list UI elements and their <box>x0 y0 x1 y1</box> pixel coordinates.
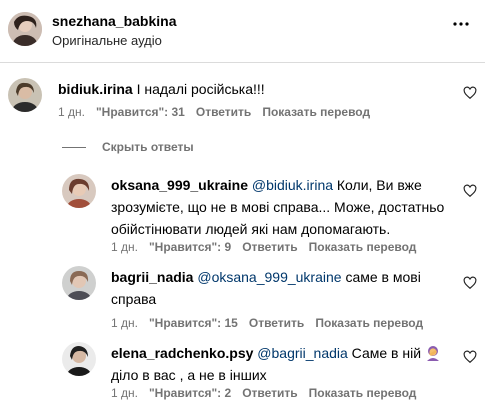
author-username[interactable]: snezhana_babkina <box>52 13 177 29</box>
commenter-avatar[interactable] <box>62 174 96 208</box>
reply-username[interactable]: bagrii_nadia <box>111 269 193 285</box>
facepalm-emoji-icon <box>425 345 441 361</box>
commenter-avatar[interactable] <box>62 342 96 376</box>
reply-mention[interactable]: @bidiuk.irina <box>252 177 333 193</box>
commenter-avatar[interactable] <box>62 266 96 300</box>
heart-outline-icon[interactable] <box>463 276 477 290</box>
reply-button[interactable]: Ответить <box>242 240 297 254</box>
comment-likes[interactable]: "Нравится": 31 <box>96 105 185 119</box>
header-divider <box>0 62 485 63</box>
reply-meta: 1 дн. "Нравится": 15 Ответить Показать п… <box>111 316 434 330</box>
original-audio-link[interactable]: Оригінальне аудіо <box>52 33 162 48</box>
hide-replies-label: Скрыть ответы <box>102 140 194 154</box>
translate-button[interactable]: Показать перевод <box>315 316 423 330</box>
reply-button[interactable]: Ответить <box>242 386 297 400</box>
reply-time[interactable]: 1 дн. <box>111 386 138 400</box>
reply-body: elena_radchenko.psy @bagrii_nadia Саме в… <box>111 342 446 386</box>
heart-outline-icon[interactable] <box>463 184 477 198</box>
comment-username[interactable]: bidiuk.irina <box>58 81 133 97</box>
reply-body: oksana_999_ukraine @bidiuk.irina Коли, В… <box>111 174 446 240</box>
reply-mention[interactable]: @oksana_999_ukraine <box>197 269 341 285</box>
reply-likes[interactable]: "Нравится": 2 <box>149 386 231 400</box>
reply-meta: 1 дн. "Нравится": 9 Ответить Показать пе… <box>111 240 427 254</box>
comment-time[interactable]: 1 дн. <box>58 105 85 119</box>
commenter-avatar[interactable] <box>8 78 42 112</box>
translate-button[interactable]: Показать перевод <box>309 240 417 254</box>
reply-text: Саме в ній <box>347 345 422 361</box>
comment-text: І надалі російська!!! <box>136 81 265 97</box>
author-avatar[interactable] <box>8 12 42 46</box>
translate-button[interactable]: Показать перевод <box>309 386 417 400</box>
reply-button[interactable]: Ответить <box>249 316 304 330</box>
reply-body: bagrii_nadia @oksana_999_ukraine саме в … <box>111 266 446 310</box>
heart-outline-icon[interactable] <box>463 350 477 364</box>
translate-button[interactable]: Показать перевод <box>262 105 370 119</box>
hide-replies-button[interactable]: Скрыть ответы <box>62 140 194 154</box>
reply-mention[interactable]: @bagrii_nadia <box>257 345 348 361</box>
reply-meta: 1 дн. "Нравится": 2 Ответить Показать пе… <box>111 386 427 400</box>
hide-replies-line <box>62 146 86 148</box>
reply-likes[interactable]: "Нравится": 9 <box>149 240 231 254</box>
comment-body: bidiuk.irina І надалі російська!!! <box>58 78 448 100</box>
comment-meta: 1 дн. "Нравится": 31 Ответить Показать п… <box>58 105 381 119</box>
reply-likes[interactable]: "Нравится": 15 <box>149 316 238 330</box>
post-header: snezhana_babkina Оригінальне аудіо <box>0 0 485 60</box>
reply-username[interactable]: oksana_999_ukraine <box>111 177 248 193</box>
reply-text-cont: діло в вас , а не в інших <box>111 367 267 383</box>
more-icon[interactable] <box>451 14 471 34</box>
reply-username[interactable]: elena_radchenko.psy <box>111 345 253 361</box>
reply-time[interactable]: 1 дн. <box>111 316 138 330</box>
reply-time[interactable]: 1 дн. <box>111 240 138 254</box>
heart-outline-icon[interactable] <box>463 86 477 100</box>
reply-button[interactable]: Ответить <box>196 105 251 119</box>
